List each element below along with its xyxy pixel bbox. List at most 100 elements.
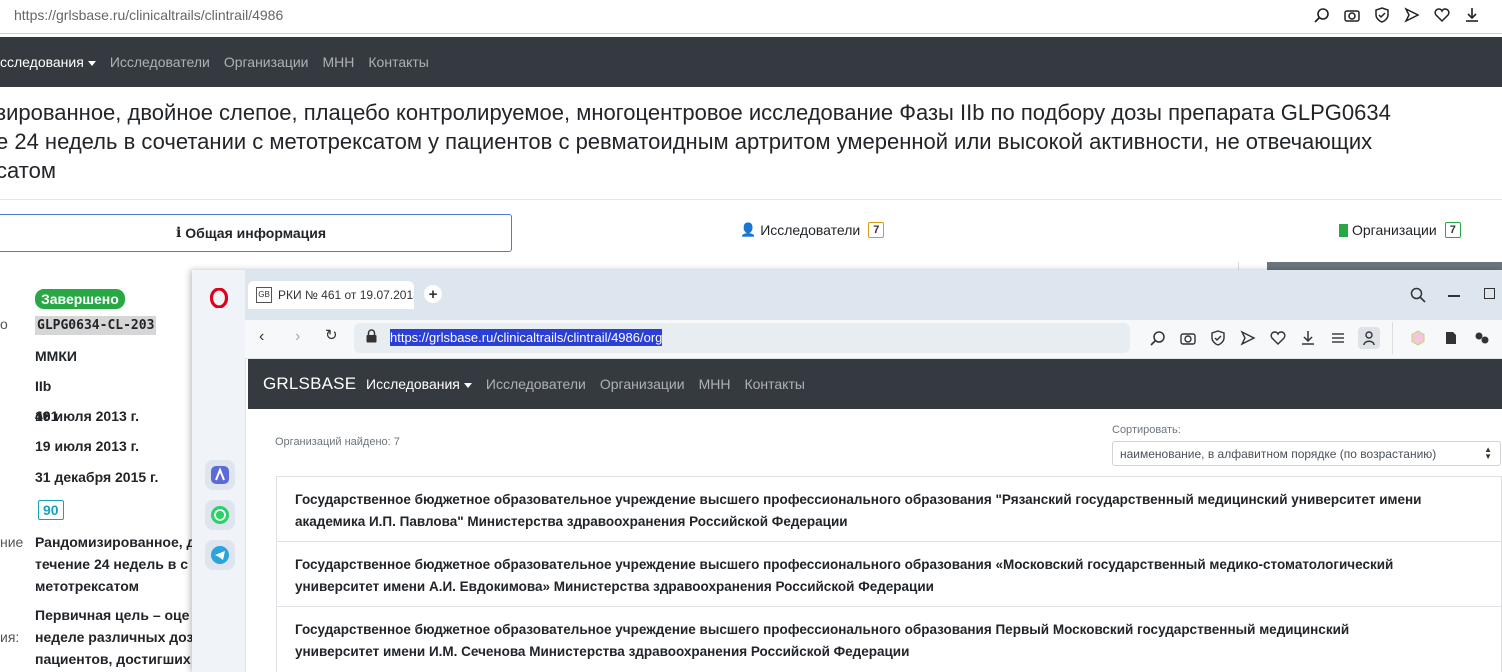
back-arrow-icon[interactable]: ‹ [259, 328, 264, 346]
user-icon: 👤 [740, 222, 757, 237]
nav-inn[interactable]: МНН [699, 376, 731, 392]
back-address-bar[interactable]: https://grlsbase.ru/clinicaltrails/clint… [0, 0, 1502, 34]
forward-arrow-icon[interactable]: › [295, 328, 300, 346]
sponsor-value: ММКИ [35, 348, 77, 364]
back-url-text[interactable]: https://grlsbase.ru/clinicaltrails/clint… [14, 7, 283, 23]
title-line: сатом [0, 158, 56, 183]
extension-icons [1408, 328, 1492, 348]
back-nav-inn[interactable]: МНН [323, 54, 355, 70]
info-icon: i [175, 225, 182, 241]
back-nav-studies[interactable]: сследования [0, 54, 96, 70]
goal-line: пациентов, достигших [35, 651, 191, 667]
send-icon[interactable] [1402, 5, 1422, 25]
zoom-icon[interactable] [1312, 5, 1332, 25]
back-nav-contacts[interactable]: Контакты [368, 54, 428, 70]
tab-title: РКИ № 461 от 19.07.2013 [278, 288, 414, 302]
browser-tab[interactable]: GB РКИ № 461 от 19.07.2013 [248, 281, 414, 309]
list-item[interactable]: Государственное бюджетное образовательно… [276, 606, 1502, 672]
camera-icon[interactable] [1178, 328, 1198, 348]
back-nav-menu: сследования Исследователи Организации МН… [0, 54, 443, 70]
title-short-line: Рандомизированное, д [35, 534, 196, 550]
list-item[interactable]: Государственное бюджетное образовательно… [276, 541, 1502, 607]
evernote-icon[interactable] [1440, 328, 1460, 348]
tab-label: Организации [1352, 222, 1437, 238]
org-name-line: Государственное бюджетное образовательно… [295, 557, 1394, 572]
reload-icon[interactable]: ↻ [325, 326, 338, 344]
permit-date: 19 июля 2013 г. [35, 408, 139, 424]
patients-count-badge: 90 [38, 500, 64, 520]
send-icon[interactable] [1238, 328, 1258, 348]
protocol-number: GLPG0634-CL-203 [35, 316, 157, 335]
chevron-down-icon [463, 382, 472, 388]
building-icon [1339, 223, 1348, 237]
tab-general-info[interactable]: i Общая информация [0, 214, 512, 252]
phase-value: IIb [35, 378, 52, 394]
status-badge: Завершено [35, 289, 125, 309]
minimize-icon[interactable] [1448, 295, 1460, 297]
download-icon[interactable] [1298, 328, 1318, 348]
back-navbar: сследования Исследователи Организации МН… [0, 37, 1502, 87]
cube-extension-icon[interactable] [1408, 328, 1428, 348]
url-input[interactable]: https://grlsbase.ru/clinicaltrails/clint… [390, 329, 663, 347]
extension-puzzle-icon[interactable] [1472, 328, 1492, 348]
aria-icon[interactable] [205, 460, 235, 490]
page-title: зированное, двойное слепое, плацебо конт… [0, 98, 1502, 185]
heart-icon[interactable] [1268, 328, 1288, 348]
goal-line: Первичная цель – оце [35, 607, 190, 623]
easy-setup-icon[interactable] [1328, 328, 1348, 348]
nav-organizations[interactable]: Организации [600, 376, 685, 392]
url-text: https://grlsbase.ru/clinicaltrails/clint… [390, 329, 663, 346]
sort-select[interactable]: наименование, в алфавитном порядке (по в… [1112, 441, 1501, 466]
back-toolbar-icons [1312, 5, 1482, 25]
org-name-line: Государственное бюджетное образовательно… [295, 492, 1422, 507]
org-name-line: университет имени А.И. Евдокимова» Минис… [295, 579, 934, 594]
new-tab-button[interactable]: + [424, 285, 442, 303]
start-date: 19 июля 2013 г. [35, 438, 139, 454]
tab-investigators[interactable]: 👤 Исследователи 7 [740, 222, 885, 238]
title-line: е 24 недель в сочетании с метотрексатом … [0, 129, 1373, 154]
opera-logo-icon[interactable] [209, 287, 229, 313]
back-nav-organizations[interactable]: Организации [224, 54, 309, 70]
front-nav-menu: Исследования Исследователи Организации М… [366, 376, 819, 392]
select-arrows-icon: ▲ ▼ [1484, 445, 1492, 461]
chevron-down-icon [87, 60, 96, 66]
front-toolbar-icons [1148, 327, 1380, 349]
sort-label: Сортировать: [1112, 424, 1181, 436]
count-badge: 7 [868, 222, 885, 238]
list-item[interactable]: Государственное бюджетное образовательно… [276, 476, 1502, 542]
divider [1392, 322, 1393, 354]
zoom-icon[interactable] [1148, 328, 1168, 348]
heart-icon[interactable] [1432, 5, 1452, 25]
brand-logo[interactable]: GRLSBASE [263, 374, 356, 394]
whatsapp-icon[interactable] [205, 500, 235, 530]
lock-icon [366, 329, 377, 348]
field-label: ия: [0, 629, 20, 645]
org-name-line: университет имени И.М. Сеченова Министер… [295, 644, 910, 659]
telegram-icon[interactable] [205, 540, 235, 570]
tab-organizations[interactable]: Организации 7 [1339, 222, 1461, 238]
search-tabs-icon[interactable] [1410, 287, 1426, 308]
field-label: о [0, 316, 8, 332]
favicon-icon: GB [256, 287, 272, 303]
nav-contacts[interactable]: Контакты [744, 376, 804, 392]
profile-icon[interactable] [1358, 327, 1380, 349]
title-line: зированное, двойное слепое, плацебо конт… [0, 100, 1391, 125]
nav-investigators[interactable]: Исследователи [486, 376, 586, 392]
goal-line: неделе различных доз [35, 629, 194, 645]
title-short-line: метотрексатом [35, 578, 139, 594]
shield-icon[interactable] [1208, 328, 1228, 348]
shield-icon[interactable] [1372, 5, 1392, 25]
camera-icon[interactable] [1342, 5, 1362, 25]
divider [0, 199, 1502, 200]
maximize-icon[interactable] [1484, 288, 1495, 299]
back-nav-investigators[interactable]: Исследователи [110, 54, 210, 70]
title-short-line: течение 24 недель в с [35, 556, 188, 572]
tab-label: Общая информация [185, 225, 327, 241]
download-icon[interactable] [1462, 5, 1482, 25]
nav-studies[interactable]: Исследования [366, 376, 472, 392]
sort-selected-value: наименование, в алфавитном порядке (по в… [1120, 446, 1437, 461]
tab-label: Исследователи [760, 222, 861, 238]
org-name-line: академика И.П. Павлова" Министерства здр… [295, 514, 848, 529]
end-date: 31 декабря 2015 г. [35, 469, 159, 485]
org-name-line: Государственное бюджетное образовательно… [295, 622, 1350, 637]
